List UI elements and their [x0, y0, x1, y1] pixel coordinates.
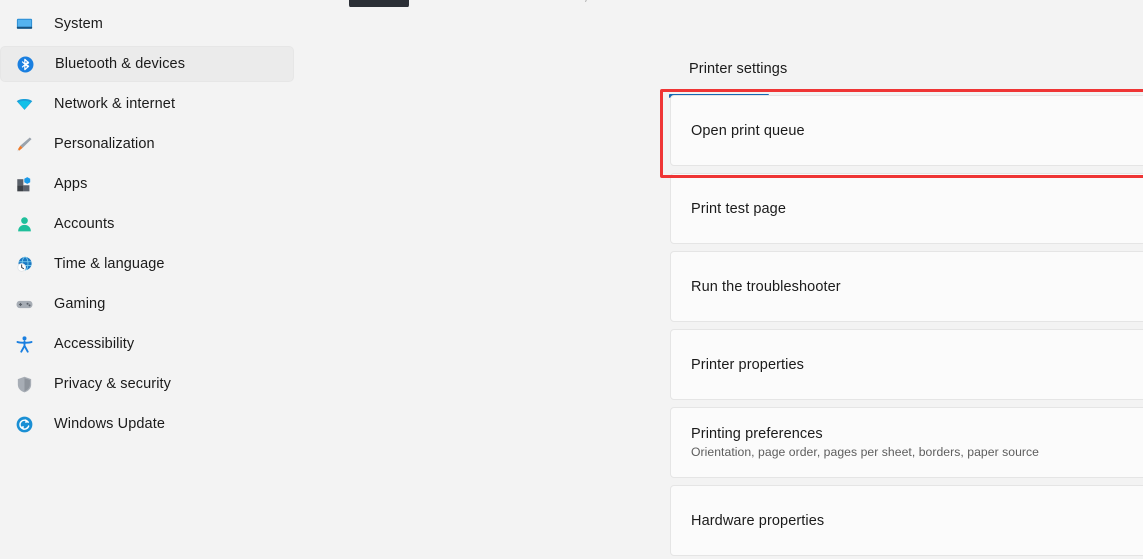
sidebar-item-label: Network & internet: [54, 96, 176, 112]
sidebar-item-network-internet[interactable]: Network & internet: [0, 86, 294, 122]
sidebar-item-label: Windows Update: [54, 416, 166, 432]
card-title: Printer properties: [691, 356, 805, 373]
printer-thumbnail: [349, 0, 409, 7]
navigation-sidebar: System Bluetooth & devices Network & int…: [0, 0, 320, 559]
sidebar-item-bluetooth-devices[interactable]: Bluetooth & devices: [0, 46, 294, 82]
card-run-the-troubleshooter[interactable]: Run the troubleshooter: [670, 251, 1143, 322]
sidebar-item-label: Bluetooth & devices: [55, 56, 186, 72]
card-title: Printing preferences: [691, 426, 823, 442]
sidebar-item-label: Apps: [54, 176, 88, 192]
gamepad-icon: [14, 294, 34, 314]
sidebar-item-windows-update[interactable]: Windows Update: [0, 406, 294, 442]
sidebar-item-apps[interactable]: Apps: [0, 166, 294, 202]
card-printer-properties[interactable]: Printer properties: [670, 329, 1143, 400]
card-printing-preferences[interactable]: Printing preferences Orientation, page o…: [670, 407, 1143, 478]
sidebar-item-gaming[interactable]: Gaming: [0, 286, 294, 322]
sidebar-item-label: Accounts: [54, 216, 115, 232]
sidebar-item-label: Privacy & security: [54, 376, 172, 392]
sidebar-item-time-language[interactable]: Time & language: [0, 246, 294, 282]
settings-window: System Bluetooth & devices Network & int…: [0, 0, 1143, 559]
sidebar-item-label: Personalization: [54, 136, 155, 152]
card-print-test-page[interactable]: Print test page: [670, 173, 1143, 244]
person-icon: [14, 214, 34, 234]
card-title: Hardware properties: [691, 512, 825, 529]
monitor-icon: [14, 14, 34, 34]
main-content: Printer status: Default, Offline Printer…: [320, 0, 1143, 559]
sidebar-item-accounts[interactable]: Accounts: [0, 206, 294, 242]
printer-status-text: Printer status: Default, Offline: [459, 0, 629, 3]
card-hardware-properties[interactable]: Hardware properties: [670, 485, 1143, 556]
accessibility-icon: [14, 334, 34, 354]
sidebar-item-label: Time & language: [54, 256, 165, 272]
clock-globe-icon: [14, 254, 34, 274]
sidebar-item-label: System: [54, 16, 103, 32]
shield-icon: [14, 374, 34, 394]
sidebar-item-system[interactable]: System: [0, 6, 294, 42]
page-title: Printer settings: [689, 61, 788, 77]
paintbrush-icon: [14, 134, 34, 154]
card-title: Open print queue: [691, 122, 805, 139]
sidebar-item-label: Accessibility: [54, 336, 135, 352]
apps-icon: [14, 174, 34, 194]
sidebar-item-privacy-security[interactable]: Privacy & security: [0, 366, 294, 402]
card-subtitle: Orientation, page order, pages per sheet…: [691, 445, 1039, 459]
printer-settings-list: Open print queue Print test page Run the…: [670, 95, 1143, 559]
card-title: Print test page: [691, 200, 786, 217]
update-icon: [14, 414, 34, 434]
sidebar-item-personalization[interactable]: Personalization: [0, 126, 294, 162]
card-open-print-queue[interactable]: Open print queue: [670, 95, 1143, 166]
sidebar-item-accessibility[interactable]: Accessibility: [0, 326, 294, 362]
bluetooth-icon: [15, 54, 35, 74]
card-title: Run the troubleshooter: [691, 278, 841, 295]
sidebar-item-label: Gaming: [54, 296, 106, 312]
printer-status-row: Printer status: Default, Offline: [349, 0, 1119, 7]
wifi-icon: [14, 94, 34, 114]
